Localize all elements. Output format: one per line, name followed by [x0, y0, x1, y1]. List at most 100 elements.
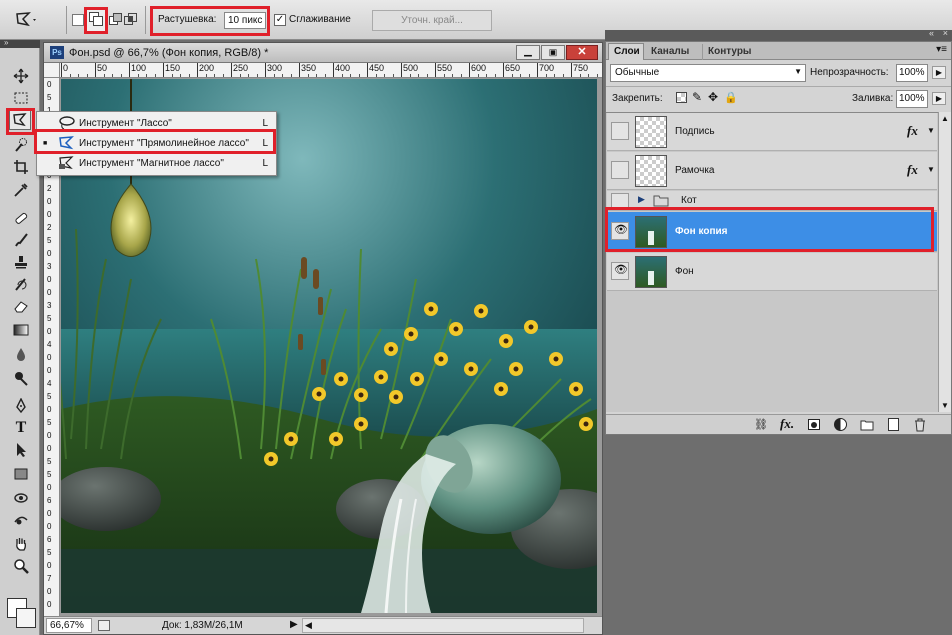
visibility-toggle[interactable]: [611, 161, 629, 179]
layer-thumbnail: [635, 256, 667, 288]
gradient-tool[interactable]: [10, 320, 32, 340]
trash-icon[interactable]: [914, 418, 926, 432]
new-layer-icon[interactable]: [888, 418, 899, 431]
3d-rotate-tool[interactable]: [10, 488, 32, 508]
panel-menu-icon[interactable]: ▾≡: [936, 44, 947, 55]
photoshop-file-icon: Ps: [50, 46, 64, 59]
ruler-minor-tick: [324, 74, 326, 77]
add-mask-icon[interactable]: [808, 419, 820, 430]
blur-tool[interactable]: [10, 344, 32, 364]
new-selection-button[interactable]: [72, 14, 84, 26]
brush-icon: [15, 233, 28, 247]
fx-icon[interactable]: fx: [907, 162, 918, 178]
ruler-label: 0: [47, 366, 52, 375]
adjustment-layer-icon[interactable]: [834, 418, 847, 431]
group-expand-icon[interactable]: ▶: [638, 194, 645, 205]
crop-tool[interactable]: [10, 157, 32, 177]
expand-effects-icon[interactable]: ▼: [927, 165, 935, 174]
ruler-minor-tick: [137, 74, 139, 77]
visibility-toggle[interactable]: 👁: [611, 262, 629, 280]
dodge-tool[interactable]: [10, 368, 32, 388]
zoom-tool[interactable]: [10, 556, 32, 576]
eyedropper-tool[interactable]: [10, 180, 32, 200]
tab-paths[interactable]: Контуры: [702, 44, 758, 60]
scroll-down-icon[interactable]: ▼: [941, 401, 949, 410]
magnifier-icon: [14, 559, 29, 574]
ruler-label: 450: [369, 63, 385, 73]
lock-paint-brush-icon[interactable]: ✎: [692, 90, 702, 104]
ruler-minor-tick: [426, 74, 428, 77]
lock-position-icon[interactable]: ✥: [708, 90, 718, 104]
clone-stamp-tool[interactable]: [10, 252, 32, 272]
layer-row[interactable]: Подпись fx ▼: [607, 113, 937, 151]
ruler-origin[interactable]: [44, 63, 60, 78]
healing-brush-tool[interactable]: [10, 208, 32, 228]
close-panel-icon[interactable]: ×: [943, 28, 948, 38]
scroll-left-icon[interactable]: ◀: [305, 620, 312, 631]
fx-icon[interactable]: fx: [907, 123, 918, 139]
expand-effects-icon[interactable]: ▼: [927, 126, 935, 135]
tool-preset-picker[interactable]: [14, 10, 38, 30]
double-chevron-left-icon[interactable]: «: [929, 28, 934, 38]
opacity-input[interactable]: 100%: [896, 64, 928, 82]
blend-mode-select[interactable]: Обычные ▼: [610, 64, 806, 82]
ruler-minor-tick: [171, 74, 173, 77]
3d-orbit-tool[interactable]: [10, 510, 32, 530]
status-options-icon[interactable]: [98, 620, 110, 631]
feather-input[interactable]: 10 пикс: [224, 12, 266, 29]
tab-layers[interactable]: Слои: [608, 43, 644, 60]
layer-row[interactable]: 👁 Фон: [607, 253, 937, 291]
folder-icon: [653, 195, 669, 207]
close-button[interactable]: ✕: [566, 45, 598, 60]
panel-dock-header[interactable]: « ×: [605, 28, 952, 41]
double-chevron-right-icon[interactable]: »: [4, 38, 8, 47]
intersect-selection-button[interactable]: [124, 13, 138, 27]
layer-name: Подпись: [675, 126, 715, 137]
history-brush-tool[interactable]: [10, 274, 32, 294]
add-style-fx-icon[interactable]: fx.: [780, 416, 794, 432]
subtract-from-selection-button[interactable]: [109, 13, 123, 27]
zoom-field[interactable]: 66,67%: [46, 618, 92, 633]
quick-selection-tool[interactable]: [10, 135, 32, 155]
rectangle-shape-icon: [14, 468, 28, 480]
flyout-item-magnetic-lasso[interactable]: Инструмент "Магнитное лассо" L: [37, 153, 276, 173]
tab-channels[interactable]: Каналы: [646, 44, 700, 60]
ruler-tick: [299, 63, 300, 77]
move-tool[interactable]: [10, 66, 32, 86]
link-layers-icon[interactable]: ⛓: [754, 418, 768, 431]
layer-thumbnail: [635, 155, 667, 187]
layer-row[interactable]: Рамочка fx ▼: [607, 152, 937, 190]
feather-label: Растушевка:: [158, 14, 217, 25]
shape-tool[interactable]: [10, 464, 32, 484]
pen-tool[interactable]: [10, 396, 32, 416]
ruler-label: 0: [47, 600, 52, 609]
opacity-slider-arrow-icon[interactable]: ▶: [932, 66, 946, 79]
document-tab[interactable]: Ps Фон.psd @ 66,7% (Фон копия, RGB/8) * …: [44, 43, 602, 63]
new-group-folder-icon[interactable]: [860, 419, 874, 431]
horizontal-ruler[interactable]: 0 50 100 150 200 250 300 350 400 450 500 550 600 650 7…: [60, 63, 602, 78]
toolbox-header[interactable]: »: [0, 38, 40, 48]
scroll-up-icon[interactable]: ▲: [941, 114, 949, 123]
type-tool[interactable]: T: [10, 418, 32, 438]
background-color-swatch[interactable]: [16, 608, 36, 628]
divider: [66, 6, 67, 34]
lock-transparency-icon[interactable]: [676, 92, 687, 103]
eraser-tool[interactable]: [10, 296, 32, 316]
status-menu-arrow-icon[interactable]: ▶: [290, 619, 298, 630]
path-selection-tool[interactable]: [10, 440, 32, 460]
horizontal-scrollbar[interactable]: ◀: [302, 618, 584, 633]
lock-all-padlock-icon[interactable]: 🔒: [724, 91, 738, 104]
visibility-toggle[interactable]: [611, 122, 629, 140]
hand-tool[interactable]: [10, 534, 32, 554]
ruler-label: 0: [47, 483, 52, 492]
fill-slider-arrow-icon[interactable]: ▶: [932, 92, 946, 105]
marquee-tool[interactable]: [10, 88, 32, 108]
antialias-checkbox[interactable]: ✓: [274, 14, 286, 26]
brush-tool[interactable]: [10, 230, 32, 250]
minimize-button[interactable]: ▁: [516, 45, 540, 60]
layers-scrollbar[interactable]: ▲ ▼: [938, 112, 951, 412]
restore-button[interactable]: ▣: [541, 45, 565, 60]
fill-input[interactable]: 100%: [896, 90, 928, 108]
refine-edge-button[interactable]: Уточн. край...: [372, 10, 492, 31]
ruler-minor-tick: [443, 74, 445, 77]
